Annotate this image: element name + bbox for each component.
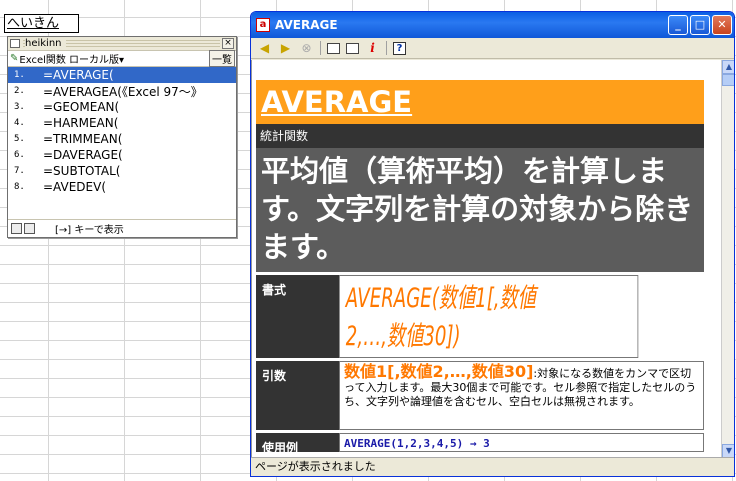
scroll-up-icon[interactable]: ▲ bbox=[722, 60, 734, 74]
syntax-label: 書式 bbox=[256, 275, 339, 358]
candidate-item[interactable]: 8. =AVEDEV( bbox=[8, 179, 236, 195]
help-page: AVERAGE 統計関数 平均値（算術平均）を計算します。文字列を計算の対象から… bbox=[256, 80, 704, 455]
function-banner: AVERAGE bbox=[256, 80, 704, 124]
pencil-icon: ✎ bbox=[10, 53, 19, 64]
toolbar-separator bbox=[386, 41, 387, 55]
candidate-item[interactable]: 2. =AVERAGEA(《Excel 97〜》 bbox=[8, 83, 236, 99]
maximize-button[interactable]: □ bbox=[690, 15, 710, 35]
function-summary: 平均値（算術平均）を計算します。文字列を計算の対象から除きます。 bbox=[256, 148, 704, 272]
help-content: AVERAGE 統計関数 平均値（算術平均）を計算します。文字列を計算の対象から… bbox=[251, 60, 721, 458]
close-button[interactable]: ✕ bbox=[712, 15, 732, 35]
forward-arrow-icon[interactable]: ▶ bbox=[278, 41, 293, 56]
help-window: a AVERAGE _ □ ✕ ◀ ▶ ⊗ i ? AVERAGE 統計関数 平… bbox=[250, 11, 735, 477]
contents-icon[interactable] bbox=[327, 42, 340, 54]
scroll-down-icon[interactable]: ▼ bbox=[722, 444, 734, 458]
page-icon[interactable] bbox=[24, 223, 35, 234]
argument-name: 数値1[,数値2,…,数値30] bbox=[344, 362, 534, 381]
candidate-list: 1. =AVERAGE( 2. =AVERAGEA(《Excel 97〜》 3. =G… bbox=[8, 67, 236, 195]
function-name: AVERAGE bbox=[261, 85, 413, 119]
vertical-scrollbar[interactable]: ▲ ▼ bbox=[721, 60, 734, 458]
page-icon[interactable] bbox=[11, 223, 22, 234]
candidate-item[interactable]: 6. =DAVERAGE( bbox=[8, 147, 236, 163]
window-icon bbox=[10, 39, 20, 48]
example-text: AVERAGE(1,2,3,4,5) → 3 bbox=[339, 433, 704, 452]
back-arrow-icon[interactable]: ◀ bbox=[257, 41, 272, 56]
ime-title: heikinn bbox=[25, 38, 66, 49]
candidate-item[interactable]: 1. =AVERAGE( bbox=[8, 67, 236, 83]
candidate-item[interactable]: 5. =TRIMMEAN( bbox=[8, 131, 236, 147]
help-titlebar[interactable]: a AVERAGE _ □ ✕ bbox=[251, 12, 734, 38]
minimize-button[interactable]: _ bbox=[668, 15, 688, 35]
stop-icon[interactable]: ⊗ bbox=[299, 41, 314, 56]
index-icon[interactable] bbox=[346, 42, 359, 54]
help-question-icon[interactable]: ? bbox=[393, 41, 406, 55]
syntax-row: 書式 AVERAGE(数値1[,数値2,…,数値30]) bbox=[256, 272, 704, 358]
list-button[interactable]: 一覧 bbox=[209, 50, 235, 67]
example-row: 使用例 AVERAGE(1,2,3,4,5) → 3 bbox=[256, 430, 704, 455]
dictionary-label[interactable]: Excel関数 ローカル版▾ bbox=[19, 51, 209, 66]
ime-titlebar[interactable]: heikinn × bbox=[8, 37, 236, 51]
status-bar: ページが表示されました bbox=[251, 457, 734, 476]
dictionary-selector[interactable]: ✎ Excel関数 ローカル版▾ 一覧 bbox=[8, 50, 236, 67]
ime-footer: [→] キーで表示 bbox=[8, 219, 236, 237]
help-app-icon: a bbox=[256, 18, 270, 32]
example-label: 使用例 bbox=[256, 433, 339, 455]
ime-close-button[interactable]: × bbox=[222, 38, 234, 49]
candidate-item[interactable]: 7. =SUBTOTAL( bbox=[8, 163, 236, 179]
footer-hint: [→] キーで表示 bbox=[55, 225, 124, 236]
help-toolbar: ◀ ▶ ⊗ i ? bbox=[251, 38, 734, 59]
category-label: 統計関数 bbox=[256, 124, 704, 148]
syntax-text: AVERAGE(数値1[,数値2,…,数値30]) bbox=[345, 283, 536, 352]
window-title: AVERAGE bbox=[275, 18, 338, 32]
arguments-row: 引数 数値1[,数値2,…,数値30]:対象になる数値をカンマで区切って入力しま… bbox=[256, 358, 704, 430]
scroll-thumb[interactable] bbox=[722, 74, 734, 86]
info-icon[interactable]: i bbox=[365, 41, 380, 56]
toolbar-separator bbox=[320, 41, 321, 55]
ime-composition-text: へいきん bbox=[4, 14, 79, 33]
arguments-label: 引数 bbox=[256, 361, 339, 430]
ime-candidate-window: heikinn × ✎ Excel関数 ローカル版▾ 一覧 1. =AVERAGE… bbox=[7, 36, 237, 238]
candidate-item[interactable]: 3. =GEOMEAN( bbox=[8, 99, 236, 115]
candidate-item[interactable]: 4. =HARMEAN( bbox=[8, 115, 236, 131]
